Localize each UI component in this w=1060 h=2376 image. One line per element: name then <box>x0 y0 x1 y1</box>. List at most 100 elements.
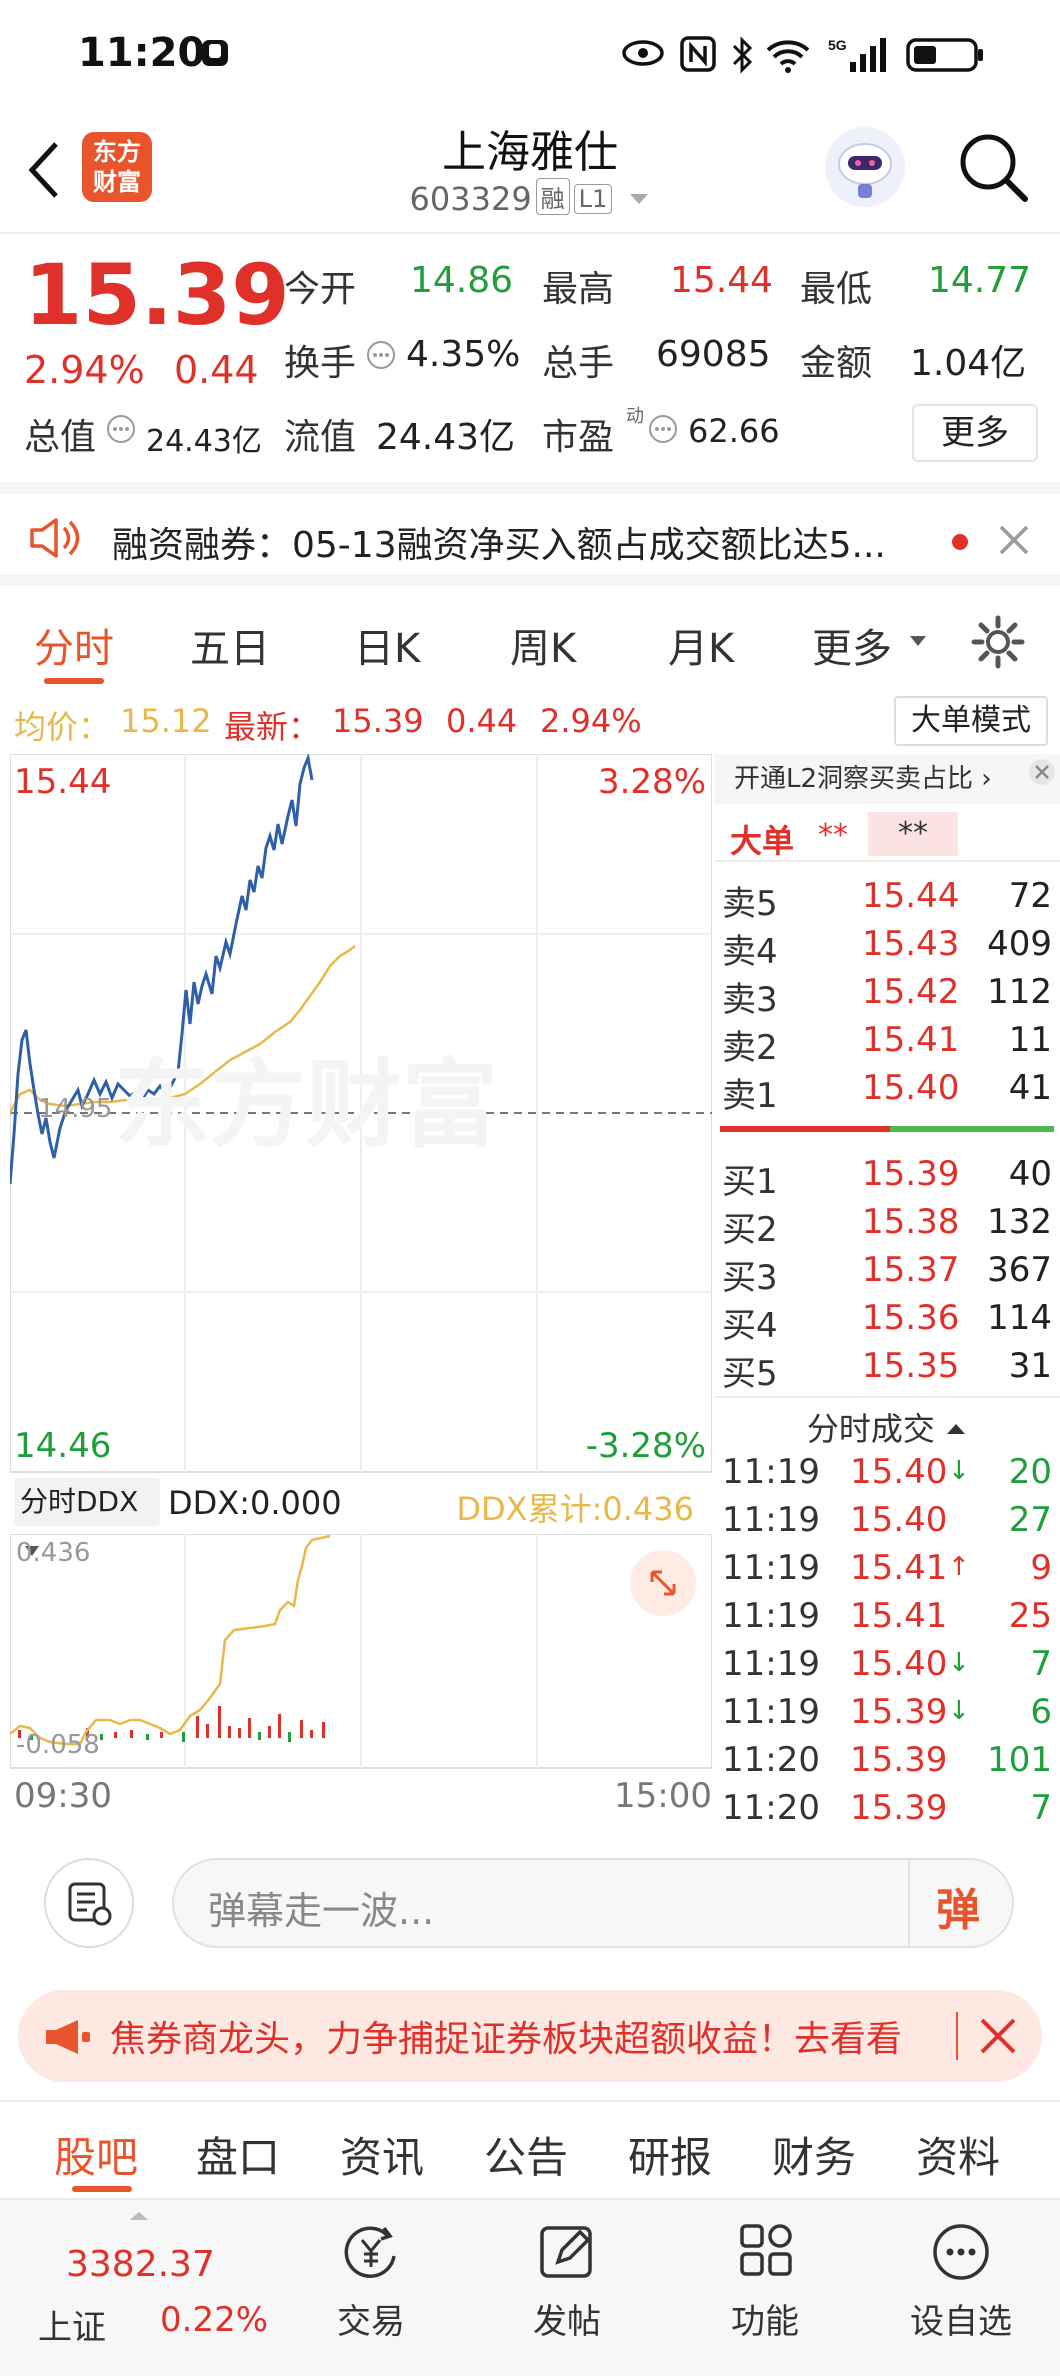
search-icon[interactable] <box>954 128 1034 208</box>
caret-down-icon[interactable] <box>628 192 650 206</box>
info-dots-icon[interactable] <box>648 414 678 444</box>
tab-pankou[interactable]: 盘口 <box>196 2124 280 2185</box>
open-value: 14.86 <box>410 260 514 301</box>
tab-weekly-k[interactable]: 周K <box>510 616 576 674</box>
tab-research[interactable]: 研报 <box>628 2124 712 2185</box>
big-order-mode-button[interactable]: 大单模式 <box>894 696 1048 746</box>
bid-row[interactable]: 买2 15.38 132 <box>722 1202 1052 1250</box>
ask-row[interactable]: 卖5 15.44 72 <box>722 876 1052 924</box>
intraday-chart[interactable]: 东方财富 15.44 3.28% 14.95 14.46 -3.28% <box>10 754 712 1474</box>
close-icon[interactable] <box>1028 758 1056 786</box>
bid-row[interactable]: 买3 15.37 367 <box>722 1250 1052 1298</box>
tab-news[interactable]: 资讯 <box>340 2124 424 2185</box>
book-label: 买2 <box>722 1210 778 1250</box>
bid-row[interactable]: 买1 15.39 40 <box>722 1154 1052 1202</box>
ask-row[interactable]: 卖4 15.43 409 <box>722 924 1052 972</box>
promo-banner[interactable]: 焦券商龙头，力争捕捉证券板块超额收益！去看看 <box>18 1990 1042 2082</box>
gear-icon[interactable] <box>970 614 1026 670</box>
book-volume: 11 <box>1008 1020 1052 1060</box>
chart-mid-price: 14.95 <box>38 1094 113 1124</box>
nav-trade-label: 交易 <box>337 2302 405 2342</box>
chart-bottom-price: 14.46 <box>14 1426 112 1466</box>
tab-intraday[interactable]: 分时 <box>34 616 114 674</box>
book-volume: 132 <box>987 1202 1052 1242</box>
content-tabs: 股吧 盘口 资讯 公告 研报 财务 资料 <box>0 2100 1060 2198</box>
danmaku-send-button[interactable]: 弹 <box>936 1874 980 1938</box>
tab-monthly-k[interactable]: 月K <box>668 616 734 674</box>
intraday-chart-svg: 东方财富 <box>10 754 712 1473</box>
bid-ratio-bar <box>890 1126 1054 1132</box>
tab-more[interactable]: 更多 <box>812 616 892 674</box>
tab-announcements[interactable]: 公告 <box>484 2124 568 2185</box>
book-price: 15.43 <box>862 924 960 964</box>
ticks-title[interactable]: 分时成交 <box>714 1404 1060 1450</box>
caret-down-icon[interactable] <box>908 634 928 648</box>
high-value: 15.44 <box>670 260 774 301</box>
robot-assistant-icon[interactable] <box>822 124 908 210</box>
index-ticker[interactable]: 3382.37 上证 0.22% <box>24 2210 284 2360</box>
more-circle-icon <box>933 2224 989 2280</box>
book-volume: 72 <box>1008 876 1052 916</box>
tab-profile[interactable]: 资料 <box>916 2124 1000 2185</box>
tick-row: 11:19 15.40 ↓ 20 <box>722 1452 1052 1500</box>
volume-label: 总手 <box>542 343 615 384</box>
expand-button[interactable] <box>630 1550 696 1616</box>
ddx-top-value: 0.436 <box>16 1538 91 1568</box>
nav-trade[interactable]: 交易 <box>296 2220 446 2343</box>
caret-up-icon <box>947 1424 966 1434</box>
nfc-icon <box>680 36 716 72</box>
unread-dot <box>952 534 968 550</box>
book-label: 买4 <box>722 1306 778 1346</box>
bid-row[interactable]: 买5 15.35 31 <box>722 1346 1052 1394</box>
turnover-label: 换手 <box>284 343 357 384</box>
close-icon[interactable] <box>998 524 1030 556</box>
book-price: 15.40 <box>862 1068 960 1108</box>
ask-row[interactable]: 卖2 15.41 11 <box>722 1020 1052 1068</box>
danmaku-input[interactable]: 弹幕走一波... 弹 <box>172 1858 1014 1948</box>
notice-bar[interactable]: 融资融券：05-13融资净买入额占成交额比达5... <box>0 482 1060 586</box>
tick-volume: 6 <box>1030 1692 1052 1732</box>
nav-functions[interactable]: 功能 <box>690 2220 840 2343</box>
big-order-value-2: ** <box>868 812 958 856</box>
tab-5day[interactable]: 五日 <box>190 616 270 674</box>
info-dots-icon[interactable] <box>366 340 396 370</box>
stock-code: 603329 <box>409 180 532 218</box>
nav-post-label: 发帖 <box>533 2302 601 2342</box>
tick-price: 15.40 <box>850 1500 948 1540</box>
current-price: 15.39 <box>24 246 290 344</box>
divider <box>908 1860 910 1946</box>
ddx-bottom-value: -0.058 <box>16 1730 100 1760</box>
float-value: 24.43亿 <box>376 417 516 458</box>
danmaku-settings-button[interactable] <box>44 1858 134 1948</box>
info-dots-icon[interactable] <box>106 414 136 444</box>
tab-daily-k[interactable]: 日K <box>354 616 420 674</box>
tab-guba[interactable]: 股吧 <box>54 2124 138 2185</box>
indicator-selector[interactable]: 分时DDX <box>14 1478 160 1556</box>
tick-volume: 27 <box>1008 1500 1052 1540</box>
latest-pct: 2.94% <box>540 702 642 740</box>
ask-row[interactable]: 卖3 15.42 112 <box>722 972 1052 1020</box>
ask-row[interactable]: 卖1 15.40 41 <box>722 1068 1052 1116</box>
pe-superscript: 动 <box>626 406 644 427</box>
tick-price: 15.39 <box>850 1788 948 1828</box>
tick-volume: 7 <box>1030 1644 1052 1684</box>
close-icon[interactable] <box>978 2016 1018 2056</box>
quote-panel: 15.39 2.94% 0.44 今开 14.86 最高 15.44 最低 14… <box>0 236 1060 480</box>
index-value: 3382.37 <box>66 2244 215 2285</box>
avg-label: 均价： <box>14 708 111 746</box>
tick-row: 11:19 15.41 25 <box>722 1596 1052 1644</box>
nav-post[interactable]: 发帖 <box>492 2220 642 2343</box>
l2-promo[interactable]: 开通L2洞察买卖占比 › <box>714 754 1060 804</box>
promo-text: 焦券商龙头，力争捕捉证券板块超额收益！去看看 <box>110 2019 903 2060</box>
book-label: 卖4 <box>722 932 778 972</box>
tab-finance[interactable]: 财务 <box>772 2124 856 2185</box>
avg-value: 15.12 <box>120 702 212 740</box>
signal-icon: 5G <box>828 37 886 72</box>
book-label: 卖2 <box>722 1028 778 1068</box>
more-button[interactable]: 更多 <box>912 404 1038 462</box>
nav-add-watchlist[interactable]: 设自选 <box>886 2220 1036 2343</box>
open-label: 今开 <box>284 269 357 310</box>
tick-time: 11:20 <box>722 1740 820 1780</box>
bid-row[interactable]: 买4 15.36 114 <box>722 1298 1052 1346</box>
tick-direction-icon: ↓ <box>948 1648 970 1678</box>
